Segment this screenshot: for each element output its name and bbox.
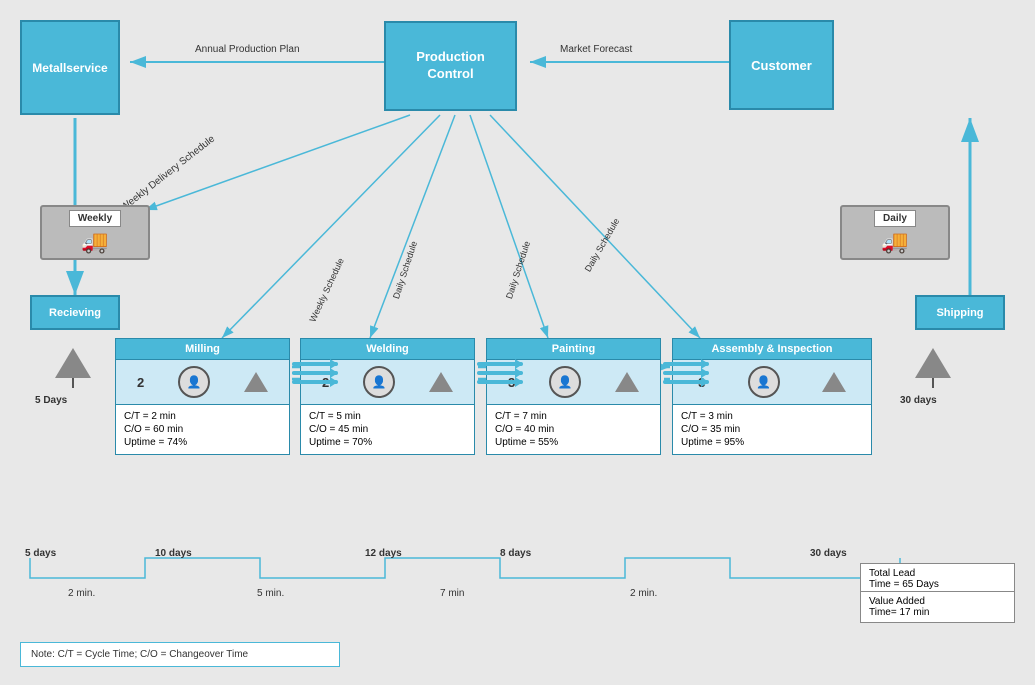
painting-info: C/T = 7 min C/O = 40 min Uptime = 55% (486, 405, 661, 455)
welding-header: Welding (300, 338, 475, 360)
shipping-box: Shipping (915, 295, 1005, 330)
truck-icon-2: 🚚 (881, 229, 908, 255)
value-added-box: Value Added Time= 17 min (860, 591, 1015, 623)
timeline-days-1: 5 days (25, 548, 56, 559)
push-arrow-3 (663, 362, 709, 384)
timeline-time-3: 7 min (440, 588, 464, 599)
daily-truck-label: Daily (874, 210, 916, 227)
milling-info: C/T = 2 min C/O = 60 min Uptime = 74% (115, 405, 290, 455)
milling-operator-circle: 👤 (178, 366, 210, 398)
assembly-operator-circle: 👤 (748, 366, 780, 398)
weekly-delivery-label: Weekly Delivery Schedule (119, 133, 217, 213)
painting-inv-triangle (615, 372, 639, 392)
annual-plan-label: Annual Production Plan (195, 44, 300, 55)
weekly-schedule-label: Weekly Schedule (307, 256, 345, 323)
welding-process: Welding 2 👤 C/T = 5 min C/O = 45 min Upt… (300, 338, 475, 455)
assembly-info: C/T = 3 min C/O = 35 min Uptime = 95% (672, 405, 872, 455)
timeline-time-1: 2 min. (68, 588, 95, 599)
timeline-days-4: 8 days (500, 548, 531, 559)
value-stream-map: Metallservice Production Control Custome… (0, 0, 1035, 685)
shipping-label: Shipping (936, 307, 983, 319)
timeline-days-5: 30 days (810, 548, 847, 559)
inventory-days-left: 5 Days (35, 395, 67, 406)
receiving-box: Recieving (30, 295, 120, 330)
milling-operators: 2 (137, 375, 144, 390)
push-arrow-1 (292, 362, 338, 384)
truck-icon: 🚚 (81, 229, 108, 255)
weekly-truck: Weekly 🚚 (40, 205, 150, 260)
production-control-label: Production Control (416, 49, 485, 83)
assembly-inv-triangle (822, 372, 846, 392)
assembly-header: Assembly & Inspection (672, 338, 872, 360)
daily-truck: Daily 🚚 (840, 205, 950, 260)
timeline-time-4: 2 min. (630, 588, 657, 599)
push-arrow-2 (477, 362, 523, 384)
timeline-days-2: 10 days (155, 548, 192, 559)
inventory-triangle-left (55, 348, 91, 388)
milling-body: 2 👤 (115, 360, 290, 405)
market-forecast-label: Market Forecast (560, 44, 632, 55)
daily-schedule-label-2: Daily Schedule (504, 240, 532, 300)
customer-box: Customer (729, 20, 834, 110)
receiving-label: Recieving (49, 307, 101, 319)
welding-inv-triangle (429, 372, 453, 392)
note-box: Note: C/T = Cycle Time; C/O = Changeover… (20, 642, 340, 667)
milling-header: Milling (115, 338, 290, 360)
milling-inv-triangle (244, 372, 268, 392)
inventory-triangle-right (915, 348, 951, 388)
daily-schedule-label-3: Daily Schedule (583, 216, 622, 273)
production-control-box: Production Control (384, 21, 517, 111)
welding-operator-circle: 👤 (363, 366, 395, 398)
inventory-days-right: 30 days (900, 395, 937, 406)
welding-info: C/T = 5 min C/O = 45 min Uptime = 70% (300, 405, 475, 455)
metallservice-box: Metallservice (20, 20, 120, 115)
painting-header: Painting (486, 338, 661, 360)
painting-operator-circle: 👤 (549, 366, 581, 398)
daily-schedule-label-1: Daily Schedule (391, 240, 419, 300)
assembly-process: Assembly & Inspection 3 👤 C/T = 3 min C/… (672, 338, 872, 455)
timeline-days-3: 12 days (365, 548, 402, 559)
painting-process: Painting 3 👤 C/T = 7 min C/O = 40 min Up… (486, 338, 661, 455)
weekly-truck-label: Weekly (69, 210, 121, 227)
milling-process: Milling 2 👤 C/T = 2 min C/O = 60 min Upt… (115, 338, 290, 455)
timeline-time-2: 5 min. (257, 588, 284, 599)
customer-label: Customer (751, 58, 812, 73)
metallservice-label: Metallservice (32, 61, 107, 75)
